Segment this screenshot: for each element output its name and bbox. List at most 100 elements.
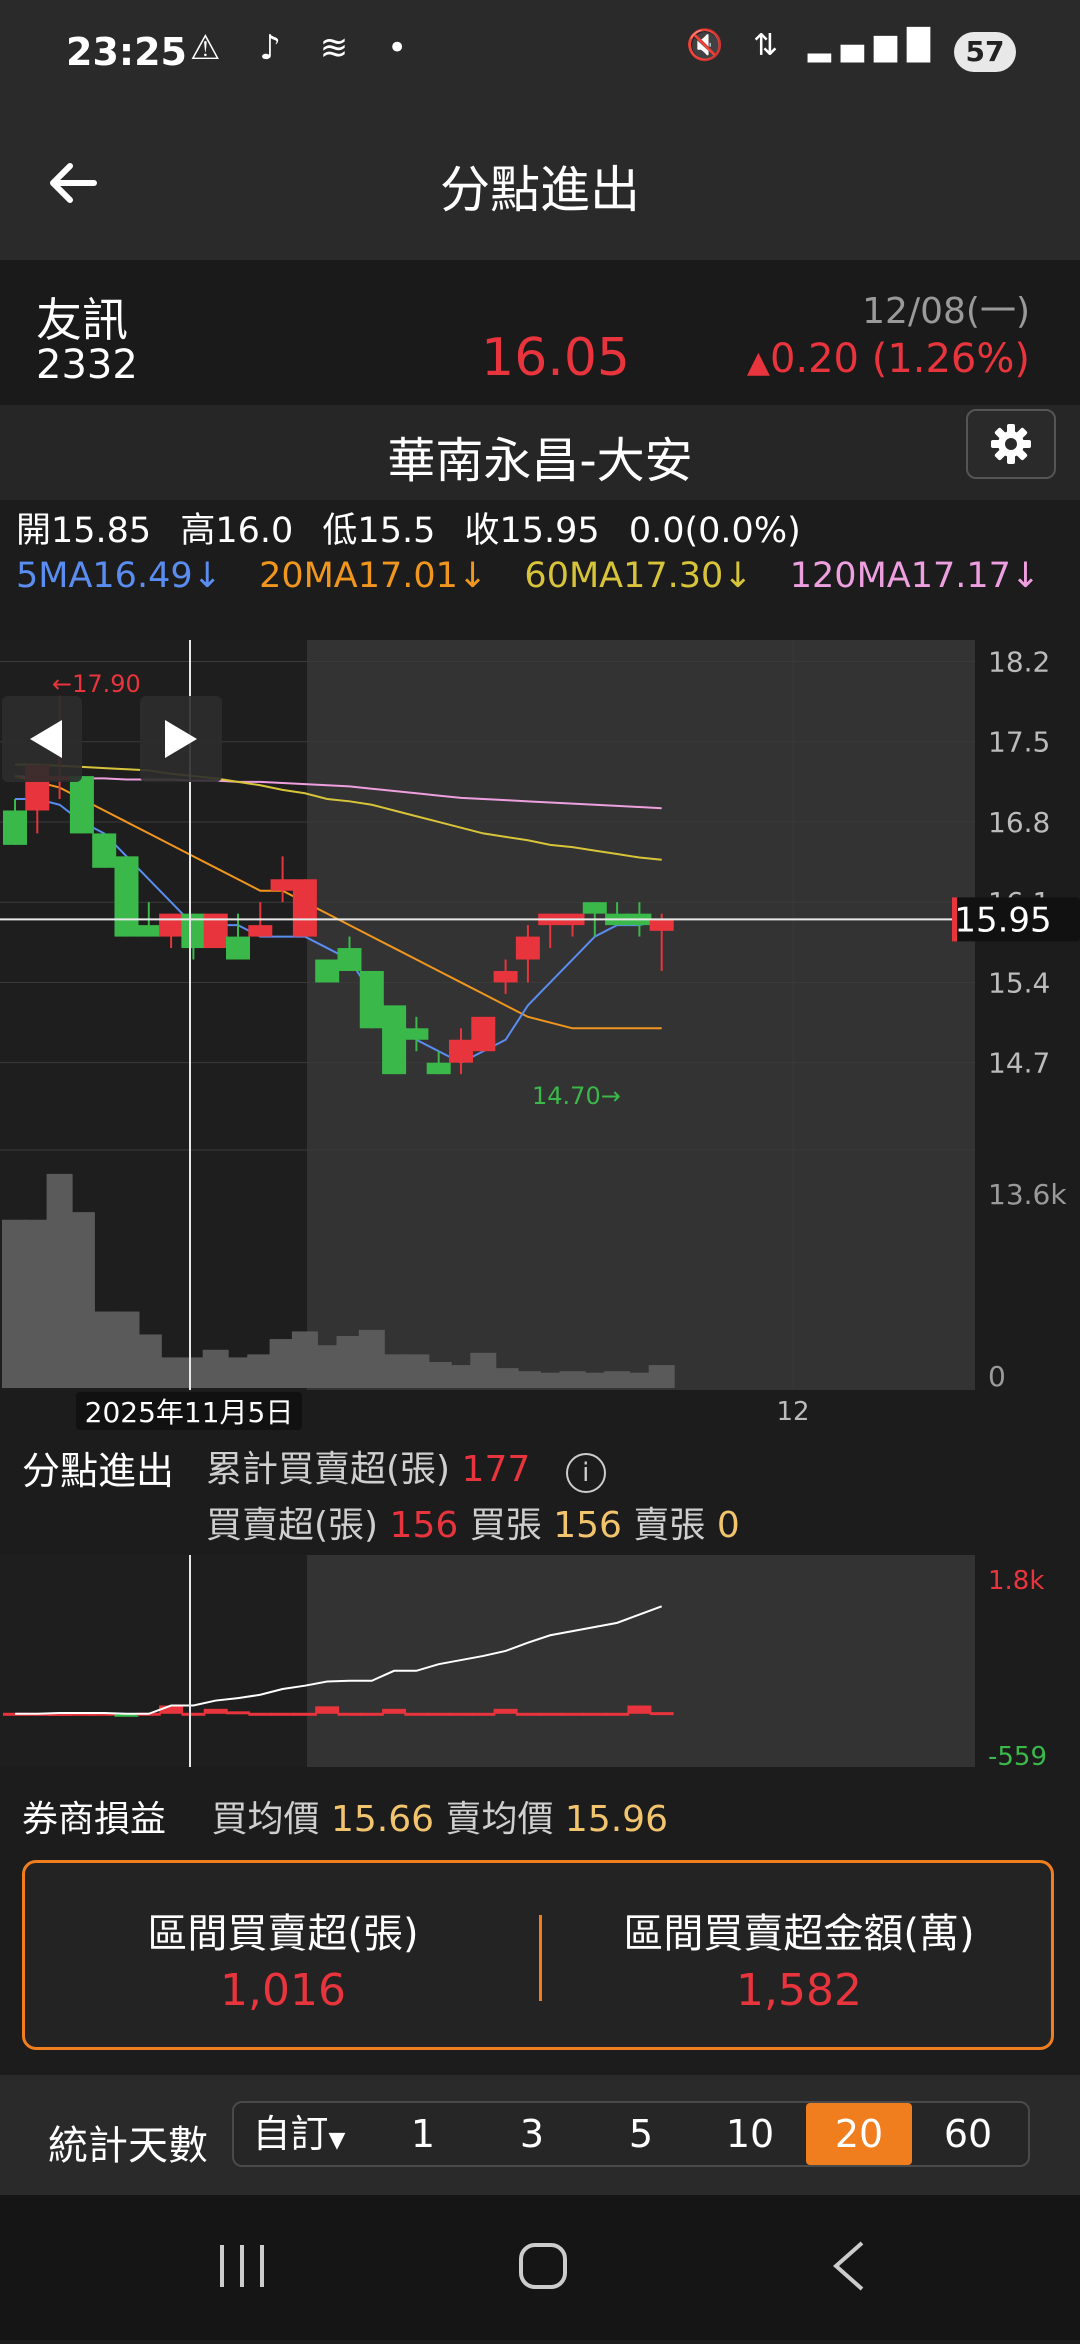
broker-pnl: 券商損益 買均價 15.66 賣均價 15.96 xyxy=(22,1790,668,1842)
net-bar xyxy=(292,1712,317,1716)
y-axis-ticks: 18.217.516.816.115.414.713.6k0 xyxy=(988,645,1067,1393)
days-option-3[interactable]: 3 xyxy=(479,2103,585,2165)
interval-summary: 區間買賣超(張) 1,016 區間買賣超金額(萬) 1,582 xyxy=(22,1860,1054,2050)
days-option-5[interactable]: 5 xyxy=(588,2103,694,2165)
close-value: 收15.95 xyxy=(464,511,600,551)
scroll-right-button[interactable] xyxy=(140,696,222,782)
status-time: 23:25 xyxy=(66,30,187,74)
volume-bar xyxy=(381,1354,408,1388)
volume-bar xyxy=(180,1357,207,1388)
candle-body xyxy=(493,970,518,983)
candle-body xyxy=(69,776,94,834)
scroll-left-button[interactable] xyxy=(2,696,82,782)
candle-body xyxy=(248,925,273,937)
net-bar xyxy=(359,1712,384,1716)
y-tick-label: 18.2 xyxy=(988,645,1050,678)
net-label: 買賣超(張) xyxy=(206,1505,379,1546)
high-value: 高16.0 xyxy=(180,511,294,551)
candle-body xyxy=(449,1039,473,1063)
up-triangle-icon: ▲ xyxy=(746,345,770,380)
volume-bar xyxy=(113,1311,140,1388)
days-segmented-control: 自訂▼ 1 3 5 10 20 60 xyxy=(232,2101,1030,2167)
net-bar xyxy=(203,1708,228,1714)
days-option-10[interactable]: 10 xyxy=(697,2103,803,2165)
net-bar xyxy=(582,1712,607,1716)
status-bar: 23:25 ⚠ ♪ ≋ • 🔇 ⇅ ▂▄▆█ 57 xyxy=(0,0,1080,110)
volume-bar xyxy=(648,1365,675,1388)
net-bar xyxy=(449,1712,473,1716)
volume-bar xyxy=(425,1362,452,1388)
net-value: 156 xyxy=(389,1505,459,1546)
broker-name[interactable]: 華南永昌-大安 xyxy=(0,421,1080,491)
net-bar xyxy=(649,1712,674,1716)
interval-net-cell: 區間買賣超(張) 1,016 xyxy=(25,1863,541,2053)
days-option-1[interactable]: 1 xyxy=(370,2103,476,2165)
home-icon[interactable] xyxy=(519,2243,567,2289)
days-option-60[interactable]: 60 xyxy=(915,2103,1021,2165)
net-bar xyxy=(337,1712,362,1716)
y-tick-label: 17.5 xyxy=(988,726,1050,759)
sell-avg-label: 賣均價 xyxy=(445,1799,554,1840)
info-icon[interactable]: i xyxy=(565,1453,606,1493)
crosshair-date-label: 2025年11月5日 xyxy=(85,1396,294,1429)
buy-avg-label: 買均價 xyxy=(211,1799,320,1840)
days-custom-dropdown[interactable]: 自訂▼ xyxy=(234,2103,364,2165)
net-bar xyxy=(627,1705,652,1714)
y-tick-label: 15.4 xyxy=(988,966,1050,999)
stock-info: 友訊 2332 12/08(一) 16.05 ▲0.20 (1.26%) xyxy=(0,260,1080,405)
volume-bar xyxy=(492,1368,519,1388)
buy-label: 買張 xyxy=(469,1505,542,1546)
candle-body xyxy=(3,810,27,845)
y-tick-label: 16.8 xyxy=(988,806,1050,839)
volume-bar xyxy=(291,1331,318,1388)
gear-icon xyxy=(991,424,1031,464)
signal-icons: 🔇 ⇅ ▂▄▆█ xyxy=(686,28,940,63)
cumulative-label: 累計買賣超(張) xyxy=(206,1449,451,1490)
net-row: 買賣超(張) 156 買張 156 賣張 0 xyxy=(206,1496,740,1548)
volume-bar xyxy=(581,1372,608,1388)
volume-bar xyxy=(336,1336,363,1388)
candle-body xyxy=(382,1005,407,1075)
net-bar xyxy=(248,1712,273,1716)
flow-min-tick: -559 xyxy=(988,1742,1047,1772)
buy-value: 156 xyxy=(553,1505,622,1546)
volume-bar xyxy=(358,1329,385,1388)
y-tick-label: 14.7 xyxy=(988,1047,1050,1080)
volume-bar xyxy=(537,1372,564,1388)
candle-body xyxy=(471,1016,496,1052)
last-price-label: 15.95 xyxy=(954,900,1051,940)
net-bar xyxy=(226,1711,250,1715)
days-option-20[interactable]: 20 xyxy=(806,2103,912,2165)
sell-avg-value: 15.96 xyxy=(564,1799,668,1840)
flow-section-label: 分點進出 xyxy=(22,1449,175,1493)
volume-bar xyxy=(314,1345,341,1388)
net-bar xyxy=(270,1712,295,1716)
recent-apps-icon[interactable] xyxy=(220,2245,264,2287)
broker-flow-chart[interactable]: 1.8k -559 xyxy=(0,1555,1080,1775)
sell-value: 0 xyxy=(716,1505,740,1546)
day-change: 0.0(0.0%) xyxy=(628,511,801,551)
broker-row: 華南永昌-大安 xyxy=(0,405,1080,500)
x-label-12: 12 xyxy=(776,1397,809,1427)
last-price-tag: 15.95 xyxy=(952,897,1080,942)
back-nav-icon[interactable] xyxy=(832,2241,864,2291)
net-bar xyxy=(515,1712,540,1716)
interval-amount-value: 1,582 xyxy=(736,1965,862,2016)
volume-bar xyxy=(247,1354,274,1388)
interval-net-value: 1,016 xyxy=(220,1965,346,2016)
volume-bar xyxy=(448,1365,474,1388)
net-bar xyxy=(426,1712,451,1716)
volume-tick-label: 0 xyxy=(988,1360,1006,1393)
candle-body xyxy=(337,948,362,971)
selected-range-shade xyxy=(307,640,975,1390)
quote-date: 12/08(一) xyxy=(862,291,1030,332)
price-change: ▲0.20 (1.26%) xyxy=(747,336,1030,382)
net-bar xyxy=(382,1708,407,1714)
flow-header: 分點進出 累計買賣超(張) 177 i 買賣超(張) 156 買張 156 賣張… xyxy=(22,1440,1080,1550)
candle-body xyxy=(426,1062,451,1075)
net-bar xyxy=(538,1712,563,1716)
settings-button[interactable] xyxy=(966,409,1056,479)
volume-bar xyxy=(269,1339,296,1388)
candlestick-chart[interactable]: 18.217.516.816.115.414.713.6k0 15.95 ←17… xyxy=(0,640,1080,1430)
stock-price: 16.05 xyxy=(481,328,630,388)
